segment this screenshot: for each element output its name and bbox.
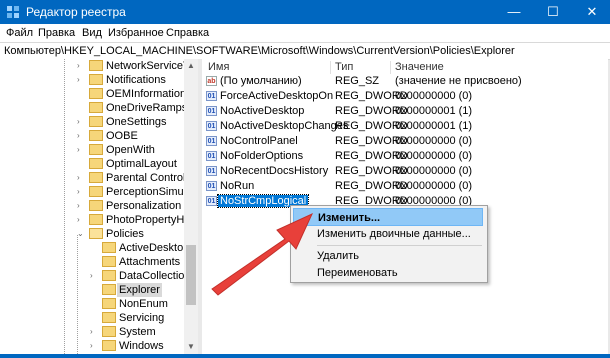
close-button[interactable]: ✕ — [572, 0, 610, 24]
expand-icon[interactable]: › — [90, 328, 98, 336]
dword-value-icon: 01 — [206, 136, 217, 146]
menu-separator — [317, 245, 482, 246]
folder-icon — [102, 242, 116, 253]
folder-icon — [89, 116, 103, 127]
expand-icon[interactable]: › — [77, 216, 85, 224]
dword-value-icon: 01 — [206, 166, 217, 176]
menu-item-rename[interactable]: Переименовать — [293, 264, 483, 282]
folder-icon — [89, 214, 103, 225]
string-value-icon: ab — [206, 76, 217, 86]
dword-value-icon: 01 — [206, 181, 217, 191]
menu-item-delete[interactable]: Удалить — [293, 247, 483, 265]
expand-icon[interactable]: › — [77, 188, 85, 196]
expand-icon[interactable]: › — [77, 202, 85, 210]
value-row[interactable]: 01 NoActiveDesktopChanges REG_DWORD 0x00000… — [202, 119, 608, 134]
folder-open-icon — [89, 228, 103, 239]
dword-value-icon: 01 — [206, 106, 217, 116]
folder-icon — [102, 326, 116, 337]
minimize-button[interactable]: — — [494, 0, 534, 24]
folder-icon — [89, 144, 103, 155]
close-icon: ✕ — [586, 4, 598, 19]
address-bar[interactable]: Компьютер\HKEY_LOCAL_MACHINE\SOFTWARE\Mi… — [0, 42, 610, 60]
expand-icon[interactable]: › — [90, 342, 98, 350]
expand-icon[interactable]: › — [77, 146, 85, 154]
folder-icon — [89, 200, 103, 211]
folder-icon — [89, 158, 103, 169]
tree-pane: ›NetworkServiceTrigg ›Notifications OEMI… — [0, 59, 184, 354]
menu-item-modify[interactable]: Изменить... — [293, 208, 483, 226]
menu-edit[interactable]: Правка — [38, 27, 75, 39]
folder-icon — [102, 340, 116, 351]
dword-value-icon: 01 — [206, 121, 217, 131]
expand-icon[interactable]: › — [77, 174, 85, 182]
value-row[interactable]: 01 NoRecentDocsHistory REG_DWORD 0x00000000… — [202, 164, 608, 179]
dword-value-icon: 01 — [206, 151, 217, 161]
folder-icon — [102, 298, 116, 309]
scroll-down-icon[interactable]: ▼ — [184, 340, 198, 354]
maximize-icon: ☐ — [547, 4, 559, 19]
menu-bar: Файл Правка Вид Избранное Справка — [0, 24, 610, 42]
folder-icon — [102, 270, 116, 281]
menu-view[interactable]: Вид — [82, 27, 102, 39]
collapse-icon[interactable]: ⌄ — [77, 230, 85, 238]
value-row[interactable]: 01 NoControlPanel REG_DWORD 0x00000000 (0) — [202, 134, 608, 149]
column-divider[interactable] — [330, 61, 331, 74]
value-row[interactable]: 01 NoRun REG_DWORD 0x00000000 (0) — [202, 179, 608, 194]
address-path: Компьютер\HKEY_LOCAL_MACHINE\SOFTWARE\Mi… — [4, 45, 515, 57]
dword-value-icon: 01 — [206, 196, 217, 206]
title-bar: Редактор реестра — ☐ ✕ — [0, 0, 610, 24]
window-title: Редактор реестра — [26, 5, 126, 19]
folder-icon — [89, 186, 103, 197]
tree-guide-line — [77, 235, 78, 354]
menu-item-modify-binary[interactable]: Изменить двоичные данные... — [293, 225, 483, 243]
dword-value-icon: 01 — [206, 91, 217, 101]
expand-icon[interactable]: › — [77, 118, 85, 126]
value-row[interactable]: ab (По умолчанию) REG_SZ (значение не присв… — [202, 74, 608, 89]
folder-icon — [89, 60, 103, 71]
menu-file[interactable]: Файл — [6, 27, 33, 39]
expand-icon[interactable]: › — [77, 62, 85, 70]
column-divider[interactable] — [390, 61, 391, 74]
folder-icon — [102, 284, 116, 295]
expand-icon[interactable]: › — [77, 76, 85, 84]
regedit-icon — [7, 6, 19, 18]
folder-icon — [102, 256, 116, 267]
window-bottom-edge — [0, 354, 610, 358]
folder-icon — [89, 88, 103, 99]
tree-scrollbar[interactable]: ▲ ▼ — [184, 59, 198, 354]
value-row[interactable]: 01 ForceActiveDesktopOn REG_DWORD 0x0000000… — [202, 89, 608, 104]
maximize-button[interactable]: ☐ — [533, 0, 573, 24]
value-row[interactable]: 01 NoActiveDesktop REG_DWORD 0x00000001 (1) — [202, 104, 608, 119]
expand-icon[interactable]: › — [90, 272, 98, 280]
scroll-up-icon[interactable]: ▲ — [184, 59, 198, 73]
folder-icon — [89, 130, 103, 141]
minimize-icon: — — [507, 4, 521, 19]
menu-help[interactable]: Справка — [166, 27, 209, 39]
menu-favorites[interactable]: Избранное — [108, 27, 164, 39]
scroll-thumb[interactable] — [186, 245, 196, 305]
folder-icon — [89, 172, 103, 183]
tree-guide-line — [64, 59, 65, 354]
context-menu: Изменить... Изменить двоичные данные... … — [290, 205, 488, 283]
expand-icon[interactable]: › — [77, 132, 85, 140]
value-row[interactable]: 01 NoFolderOptions REG_DWORD 0x00000000 (0) — [202, 149, 608, 164]
folder-icon — [89, 102, 103, 113]
folder-icon — [89, 74, 103, 85]
folder-icon — [102, 312, 116, 323]
